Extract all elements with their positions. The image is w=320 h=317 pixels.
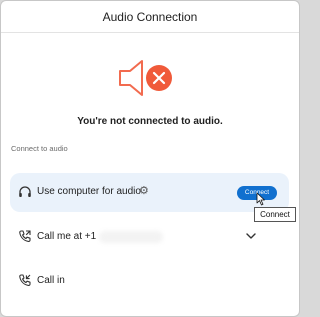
mouse-cursor-icon (256, 192, 265, 206)
phone-outgoing-icon (19, 230, 31, 242)
headset-icon (19, 186, 31, 197)
call-in-label[interactable]: Call in (37, 275, 65, 286)
connect-tooltip: Connect (254, 207, 296, 222)
title-divider (1, 32, 299, 33)
not-connected-message: You're not connected to audio. (77, 116, 223, 127)
phone-number-field[interactable] (99, 231, 163, 243)
phone-incoming-icon (19, 274, 31, 286)
gear-icon[interactable]: ⚙ (139, 185, 149, 197)
use-computer-audio-label: Use computer for audio (37, 186, 141, 197)
chevron-down-icon[interactable] (245, 231, 257, 241)
dialog-title: Audio Connection (102, 10, 198, 24)
audio-connection-dialog: Audio Connection You're not connected to… (0, 0, 300, 317)
speaker-muted-icon (119, 60, 172, 96)
connect-to-audio-label: Connect to audio (11, 144, 68, 153)
call-me-label[interactable]: Call me at +1 (37, 231, 96, 242)
